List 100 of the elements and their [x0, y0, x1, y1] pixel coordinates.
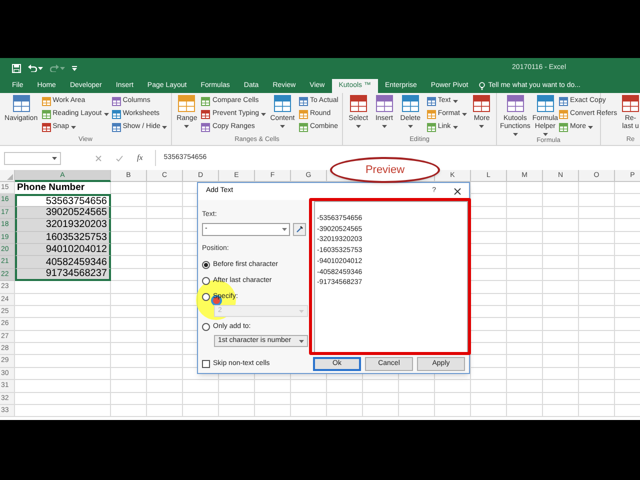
cell[interactable] — [399, 392, 435, 406]
cell[interactable] — [111, 380, 147, 393]
cell[interactable] — [111, 294, 147, 306]
cell[interactable]: 94010204012 — [15, 244, 111, 256]
cell[interactable] — [147, 405, 183, 418]
cell[interactable] — [579, 318, 615, 331]
cell[interactable] — [507, 343, 543, 356]
cell[interactable] — [579, 368, 615, 380]
cell[interactable] — [507, 368, 543, 380]
cell[interactable] — [147, 232, 183, 244]
cell[interactable] — [471, 318, 507, 331]
cell[interactable] — [579, 330, 615, 344]
cell[interactable] — [435, 380, 471, 393]
cell[interactable] — [147, 294, 183, 306]
cell[interactable] — [183, 405, 219, 418]
cell[interactable] — [147, 355, 183, 368]
cell[interactable] — [579, 343, 615, 356]
radio-button[interactable] — [202, 277, 210, 285]
cell[interactable] — [579, 219, 615, 232]
select-all-button[interactable] — [0, 170, 15, 182]
cell[interactable] — [543, 330, 579, 344]
cell[interactable] — [327, 380, 363, 393]
cell[interactable] — [579, 256, 615, 269]
cell[interactable] — [111, 368, 147, 380]
cell[interactable] — [543, 405, 579, 418]
cell[interactable] — [147, 318, 183, 331]
cell[interactable] — [255, 405, 291, 418]
cell[interactable] — [111, 256, 147, 269]
cell[interactable] — [543, 206, 579, 220]
cell[interactable] — [471, 355, 507, 368]
cell[interactable] — [543, 392, 579, 406]
cell[interactable]: 53563754656 — [15, 194, 111, 207]
cell[interactable] — [471, 182, 507, 194]
cell[interactable] — [219, 405, 255, 418]
cell[interactable] — [111, 219, 147, 232]
cell[interactable]: 32019320203 — [15, 219, 111, 232]
cell[interactable] — [471, 281, 507, 294]
cell[interactable] — [471, 294, 507, 306]
cell[interactable] — [579, 306, 615, 318]
cell[interactable] — [363, 405, 399, 418]
cell[interactable] — [111, 330, 147, 344]
cell[interactable] — [471, 268, 507, 282]
cell[interactable] — [111, 232, 147, 244]
cell[interactable] — [327, 392, 363, 406]
cell[interactable] — [471, 194, 507, 207]
cell[interactable] — [507, 194, 543, 207]
cell[interactable] — [147, 368, 183, 380]
cell[interactable] — [507, 306, 543, 318]
cell[interactable] — [255, 380, 291, 393]
name-box[interactable] — [4, 152, 61, 164]
cell[interactable] — [15, 306, 111, 318]
cell[interactable] — [579, 392, 615, 406]
cell[interactable] — [147, 392, 183, 406]
cell[interactable] — [471, 206, 507, 220]
cell[interactable] — [471, 392, 507, 406]
cell[interactable] — [543, 182, 579, 194]
cell[interactable] — [147, 330, 183, 344]
cell[interactable] — [543, 306, 579, 318]
cell[interactable] — [579, 281, 615, 294]
cell[interactable] — [15, 392, 111, 406]
cell[interactable] — [15, 355, 111, 368]
cell[interactable] — [507, 355, 543, 368]
cell[interactable] — [507, 405, 543, 418]
cell[interactable] — [111, 343, 147, 356]
cell[interactable] — [507, 206, 543, 220]
radio-button[interactable] — [202, 261, 210, 269]
cell[interactable] — [435, 405, 471, 418]
cell[interactable] — [363, 380, 399, 393]
cell[interactable] — [111, 355, 147, 368]
cell[interactable] — [111, 244, 147, 256]
cell[interactable] — [543, 343, 579, 356]
cell[interactable] — [471, 380, 507, 393]
cell[interactable] — [147, 380, 183, 393]
cell[interactable] — [327, 405, 363, 418]
cell[interactable] — [579, 268, 615, 282]
save-button[interactable] — [12, 64, 21, 72]
cell[interactable] — [579, 355, 615, 368]
cell[interactable] — [147, 206, 183, 220]
cell[interactable] — [579, 405, 615, 418]
close-button[interactable] — [454, 188, 461, 195]
radio-button[interactable] — [202, 323, 210, 331]
cell[interactable] — [543, 355, 579, 368]
cell[interactable] — [291, 405, 327, 418]
cell[interactable] — [507, 294, 543, 306]
cell[interactable] — [543, 219, 579, 232]
cell[interactable] — [543, 281, 579, 294]
cell[interactable] — [111, 268, 147, 282]
cell[interactable] — [111, 182, 147, 194]
cell[interactable] — [15, 281, 111, 294]
cell[interactable]: 91734568237 — [15, 268, 111, 282]
cell[interactable]: 16035325753 — [15, 232, 111, 244]
cell[interactable] — [543, 368, 579, 380]
cell[interactable] — [111, 281, 147, 294]
cell[interactable] — [471, 219, 507, 232]
checkbox[interactable] — [202, 360, 210, 368]
cell[interactable] — [579, 380, 615, 393]
cell[interactable] — [471, 330, 507, 344]
cell[interactable] — [15, 380, 111, 393]
cell[interactable] — [111, 206, 147, 220]
cell[interactable] — [183, 380, 219, 393]
